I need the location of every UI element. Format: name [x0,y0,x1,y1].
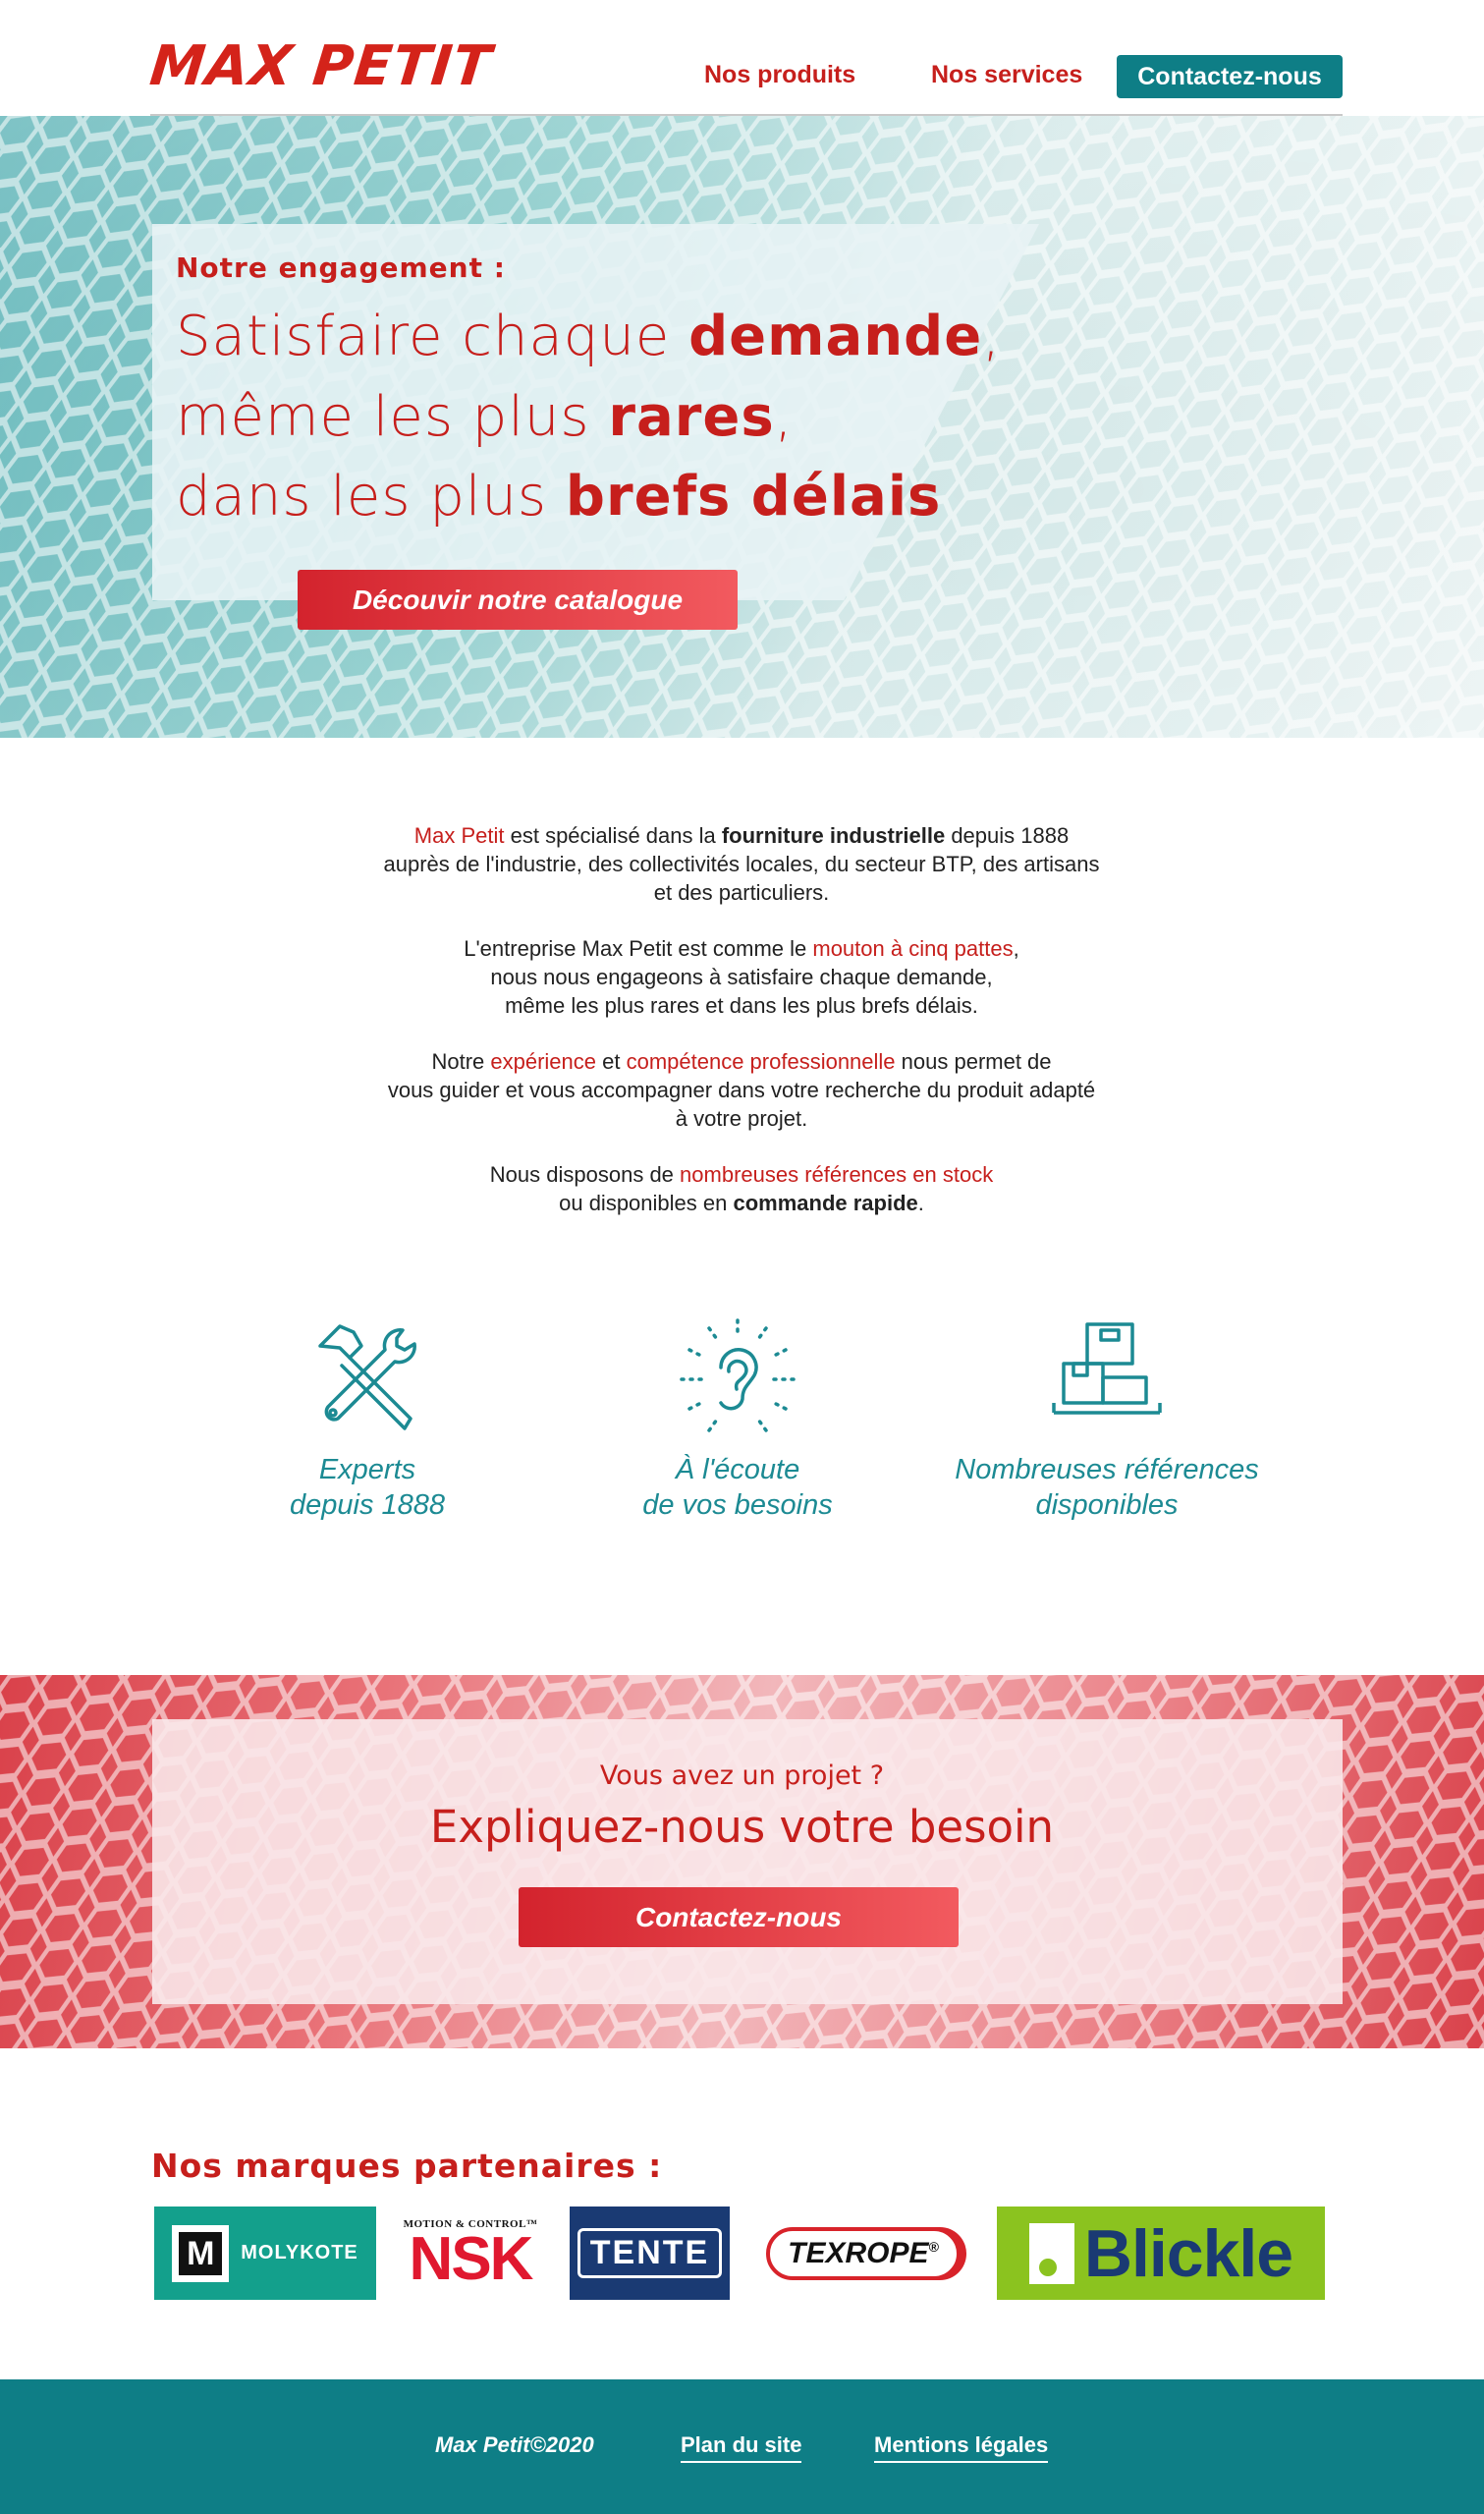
intro-text: Max Petit est spécialisé dans la fournit… [300,821,1183,1245]
ear-icon [680,1318,796,1432]
brand-name-texrope: TEXROPE® [766,2226,961,2280]
brand-logo-nsk[interactable]: MOTION & CONTROL™ NSK [389,2207,552,2300]
project-kicker: Vous avez un projet ? [599,1760,885,1791]
project-title: Expliquez-nous votre besoin [429,1801,1055,1853]
hero-headline-line-2: même les plus rares, [176,385,794,449]
intro-paragraph-4: Nous disposons de nombreuses références … [489,1162,994,1215]
brand-name-tente: TENTE [577,2228,723,2278]
hero-kicker: Notre engagement : [176,251,506,284]
footer-legal-link[interactable]: Mentions légales [874,2432,1049,2463]
hero-headline-line-1: Satisfaire chaque demande, [176,305,1002,368]
project-contact-button[interactable]: Contactez-nous [519,1887,959,1947]
feature-experts: Experts depuis 1888 [205,1316,529,1523]
intro-paragraph-2: L'entreprise Max Petit est comme le mout… [464,936,1019,1018]
intro-paragraph-3: Notre expérience et compétence professio… [387,1049,1096,1131]
molykote-mark-icon: M [172,2224,230,2282]
brand-logo-tente[interactable]: TENTE [570,2207,730,2300]
project-banner [0,1675,1484,2048]
feature-label-experts: Experts depuis 1888 [289,1454,446,1521]
brand-logo-blickle[interactable]: Blickle [997,2207,1325,2300]
brand-name-blickle: Blickle [1083,2215,1293,2291]
catalogue-button[interactable]: Découvir notre catalogue [298,570,738,630]
boxes-icon [1052,1322,1162,1415]
footer-copyright: Max Petit©2020 [435,2432,594,2457]
site-header: MAX PETIT Nos produits Nos services Cont… [0,0,1484,116]
brands-title: Nos marques partenaires : [151,2147,663,2185]
footer-sitemap-link[interactable]: Plan du site [681,2432,802,2463]
brand-name-molykote: MOLYKOTE [241,2242,358,2263]
brand-name-nsk: NSK [409,2224,534,2293]
feature-label-references: Nombreuses références disponibles [955,1454,1259,1521]
nav-services-link[interactable]: Nos services [931,61,1082,89]
logo[interactable]: MAX PETIT [147,34,495,98]
feature-references: Nombreuses références disponibles [945,1316,1269,1523]
feature-listening: À l'écoute de vos besoins [576,1316,900,1523]
blickle-mark-icon [1028,2222,1074,2284]
brand-logo-molykote[interactable]: M MOLYKOTE [154,2207,376,2300]
hero-headline-line-3: dans les plus brefs délais [176,465,942,529]
tools-icon [318,1324,416,1430]
brand-logo-texrope[interactable]: TEXROPE® [750,2207,976,2300]
feature-label-listening: À l'écoute de vos besoins [642,1454,833,1521]
nav-products-link[interactable]: Nos produits [704,61,855,89]
nav-contact-button[interactable]: Contactez-nous [1117,55,1343,98]
intro-paragraph-1: Max Petit est spécialisé dans la fournit… [383,823,1100,905]
